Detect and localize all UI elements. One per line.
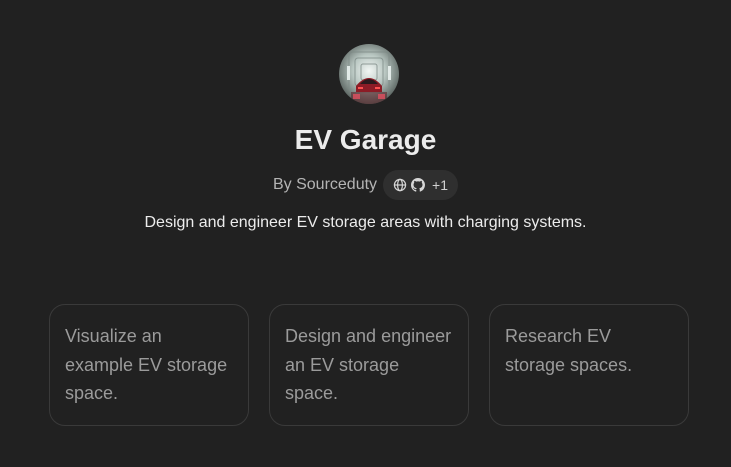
starter-card-visualize[interactable]: Visualize an example EV storage space. [49,304,249,426]
starter-card-design[interactable]: Design and engineer an EV storage space. [269,304,469,426]
social-links-pill[interactable]: +1 [383,170,459,200]
gpt-byline: By Sourceduty +1 [0,170,731,200]
gpt-title: EV Garage [294,124,437,155]
github-icon[interactable] [411,178,426,192]
gpt-intro-page: EV Garage By Sourceduty +1 Design and en… [0,0,731,467]
more-links-count[interactable]: +1 [432,177,448,193]
starter-card-research[interactable]: Research EV storage spaces. [489,304,689,426]
gpt-avatar [339,44,399,104]
globe-icon[interactable] [393,178,407,192]
conversation-starters: Visualize an example EV storage space. D… [49,304,689,426]
ev-garage-avatar-image [339,44,399,104]
author-label: By Sourceduty [272,176,378,193]
gpt-description: Design and engineer EV storage areas wit… [144,214,587,231]
